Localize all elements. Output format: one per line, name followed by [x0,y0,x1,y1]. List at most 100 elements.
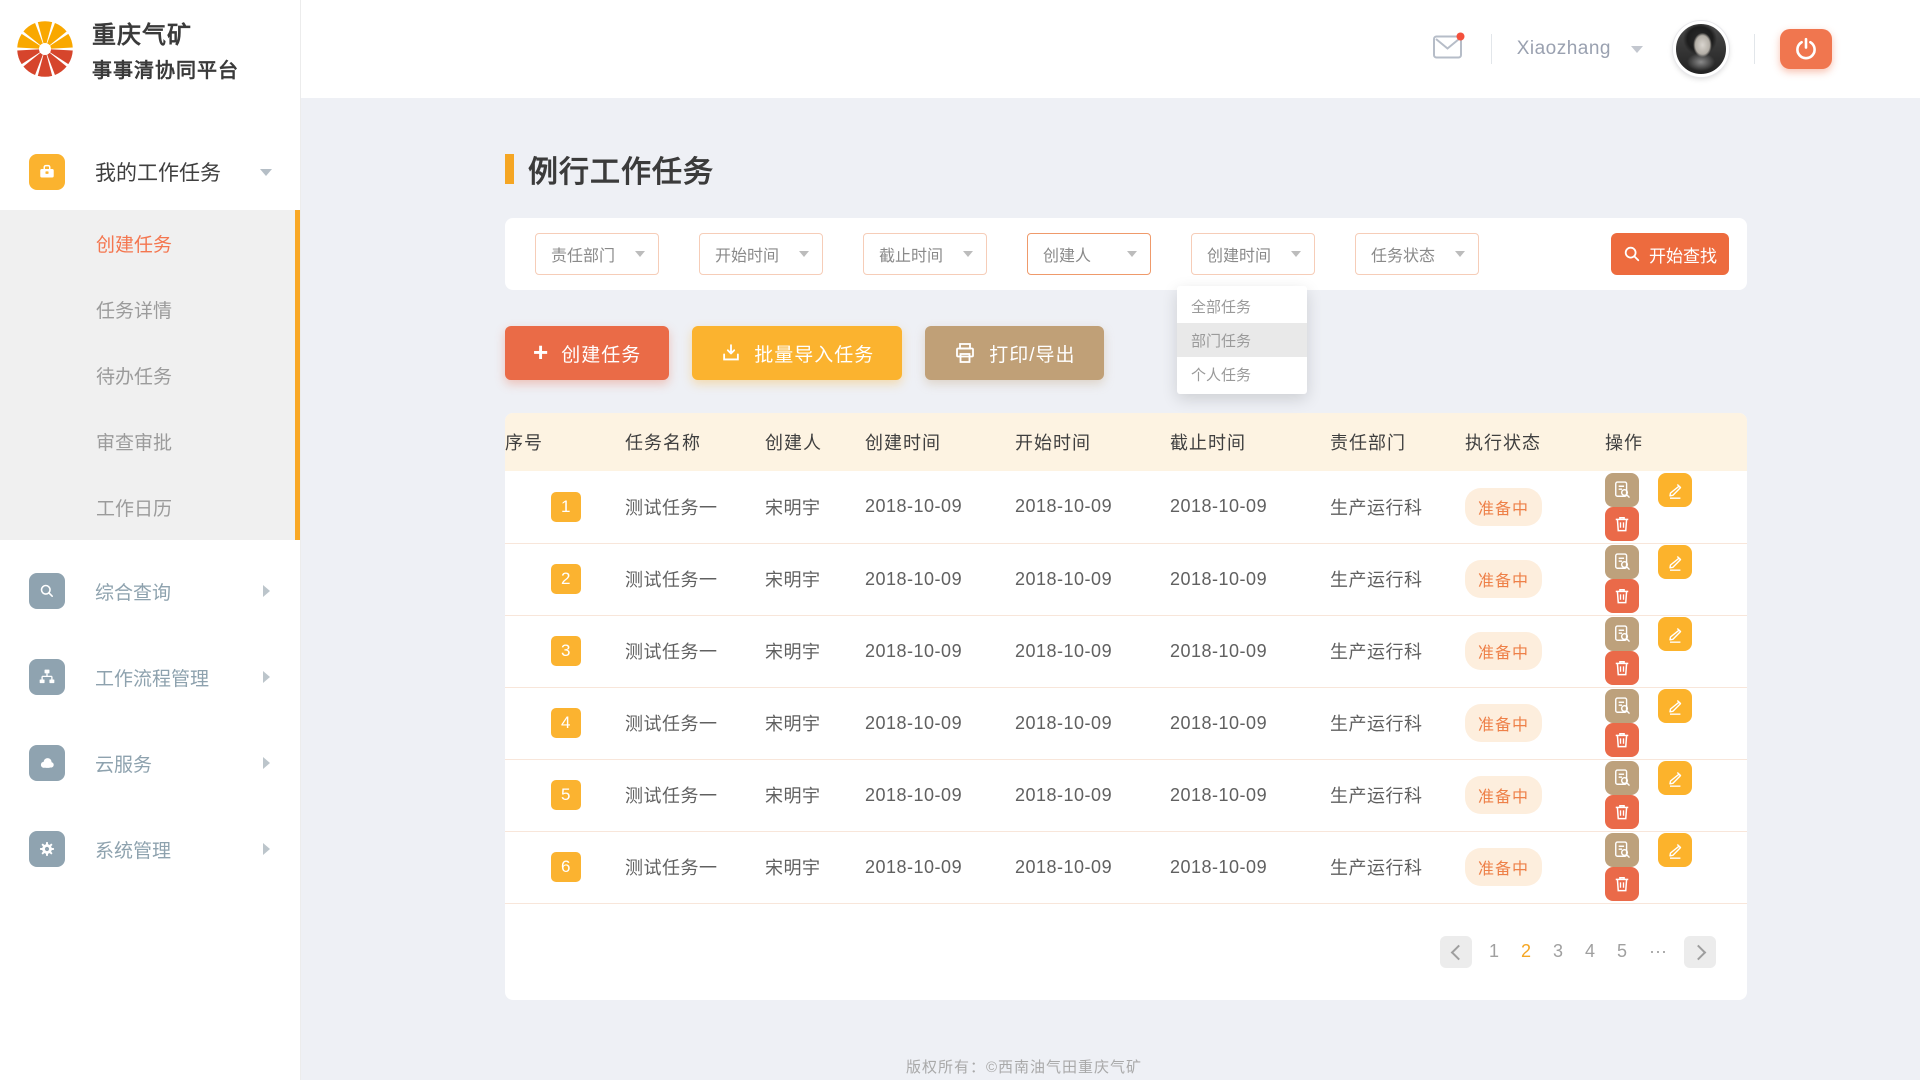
chevron-down-icon[interactable] [1631,46,1643,53]
edit-task-button[interactable] [1658,761,1692,795]
table-row: 4 测试任务一 宋明宇 2018-10-09 2018-10-09 2018-1… [505,687,1747,759]
department-cell: 生产运行科 [1330,543,1465,615]
username[interactable]: Xiaozhang [1517,38,1611,60]
filter-dropdown-menu: 全部任务 部门任务 个人任务 [1177,286,1307,394]
edit-task-button[interactable] [1658,545,1692,579]
created-date-cell: 2018-10-09 [865,615,1015,687]
chevron-down-icon [1127,251,1137,257]
search-button[interactable]: 开始查找 [1611,233,1729,275]
page-number[interactable]: 4 [1579,941,1601,962]
trash-icon [1612,874,1632,894]
page-number[interactable]: 5 [1611,941,1633,962]
view-task-button[interactable] [1605,473,1639,507]
table-row: 5 测试任务一 宋明宇 2018-10-09 2018-10-09 2018-1… [505,759,1747,831]
sidebar-subitem[interactable]: 审查审批 [0,408,295,474]
status-badge: 准备中 [1465,848,1542,886]
start-date-cell: 2018-10-09 [1015,759,1170,831]
avatar[interactable] [1673,21,1729,77]
sidebar-group-label: 工作流程管理 [95,664,209,691]
page-number[interactable]: ··· [1643,941,1673,962]
task-table: 序号任务名称创建人创建时间开始时间截止时间责任部门执行状态操作 1 测试任务一 … [505,413,1747,904]
view-task-button[interactable] [1605,545,1639,579]
sidebar-group-label: 系统管理 [95,836,171,863]
dropdown-option[interactable]: 全部任务 [1177,289,1307,323]
delete-task-button[interactable] [1605,723,1639,757]
action-buttons: + 创建任务 批量导入任务 打印/导出 [505,326,1104,380]
print-export-button[interactable]: 打印/导出 [925,326,1103,380]
department-cell: 生产运行科 [1330,831,1465,903]
edit-task-button[interactable] [1658,473,1692,507]
filter-select[interactable]: 开始时间 [699,233,823,275]
view-task-button[interactable] [1605,617,1639,651]
created-date-cell: 2018-10-09 [865,831,1015,903]
delete-task-button[interactable] [1605,651,1639,685]
mail-icon[interactable] [1432,32,1466,66]
filter-selects: 责任部门 开始时间 截止时间 创建人 [535,233,1519,275]
edit-task-button[interactable] [1658,689,1692,723]
sidebar-group-my-tasks[interactable]: 我的工作任务 [0,134,300,210]
create-task-button[interactable]: + 创建任务 [505,326,669,380]
department-cell: 生产运行科 [1330,687,1465,759]
start-date-cell: 2018-10-09 [1015,543,1170,615]
brand-subtitle: 事事清协同平台 [92,54,239,83]
page-number[interactable]: 1 [1483,941,1505,962]
filter-select[interactable]: 截止时间 [863,233,987,275]
chevron-right-icon [263,843,270,855]
next-page-button[interactable] [1684,936,1716,968]
start-date-cell: 2018-10-09 [1015,615,1170,687]
edit-task-button[interactable] [1658,617,1692,651]
task-table-card: 序号任务名称创建人创建时间开始时间截止时间责任部门执行状态操作 1 测试任务一 … [505,413,1747,1000]
dropdown-option[interactable]: 个人任务 [1177,357,1307,391]
department-cell: 生产运行科 [1330,615,1465,687]
creator-cell: 宋明宇 [765,687,865,759]
start-date-cell: 2018-10-09 [1015,471,1170,543]
creator-cell: 宋明宇 [765,471,865,543]
sitemap-icon [29,659,65,695]
department-cell: 生产运行科 [1330,471,1465,543]
table-row: 6 测试任务一 宋明宇 2018-10-09 2018-10-09 2018-1… [505,831,1747,903]
edit-task-button[interactable] [1658,833,1692,867]
edit-pencil-icon [1665,768,1685,788]
row-actions-cell [1605,687,1747,759]
sidebar-group-label: 云服务 [95,750,152,777]
sidebar-group-workflow[interactable]: 工作流程管理 [0,642,300,712]
end-date-cell: 2018-10-09 [1170,615,1330,687]
filter-select[interactable]: 创建人 [1027,233,1151,275]
delete-task-button[interactable] [1605,867,1639,901]
sidebar-group-system[interactable]: 系统管理 [0,814,300,884]
end-date-cell: 2018-10-09 [1170,471,1330,543]
delete-task-button[interactable] [1605,795,1639,829]
view-task-button[interactable] [1605,761,1639,795]
task-name-cell: 测试任务一 [625,543,765,615]
sidebar-group-cloud[interactable]: 云服务 [0,728,300,798]
view-document-icon [1612,840,1632,860]
view-task-button[interactable] [1605,689,1639,723]
delete-task-button[interactable] [1605,507,1639,541]
table-row: 1 测试任务一 宋明宇 2018-10-09 2018-10-09 2018-1… [505,471,1747,543]
column-header: 执行状态 [1465,413,1605,471]
sidebar-subitem[interactable]: 创建任务 [0,210,295,276]
page-number[interactable]: 2 [1515,941,1537,962]
dropdown-option[interactable]: 部门任务 [1177,323,1307,357]
logout-power-button[interactable] [1780,29,1832,69]
chevron-right-icon [263,757,270,769]
end-date-cell: 2018-10-09 [1170,831,1330,903]
sidebar-subitem[interactable]: 任务详情 [0,276,295,342]
batch-import-button[interactable]: 批量导入任务 [692,326,902,380]
sidebar-group-search[interactable]: 综合查询 [0,556,300,626]
delete-task-button[interactable] [1605,579,1639,613]
table-row: 2 测试任务一 宋明宇 2018-10-09 2018-10-09 2018-1… [505,543,1747,615]
filter-select[interactable]: 责任部门 [535,233,659,275]
filter-select[interactable]: 创建时间 [1191,233,1315,275]
trash-icon [1612,658,1632,678]
status-badge: 准备中 [1465,704,1542,742]
view-task-button[interactable] [1605,833,1639,867]
sidebar-subitem[interactable]: 待办任务 [0,342,295,408]
view-document-icon [1612,480,1632,500]
column-header: 创建时间 [865,413,1015,471]
page-number[interactable]: 3 [1547,941,1569,962]
previous-page-button[interactable] [1440,936,1472,968]
sidebar-subitem[interactable]: 工作日历 [0,474,295,540]
gear-icon [29,831,65,867]
filter-select[interactable]: 任务状态 [1355,233,1479,275]
